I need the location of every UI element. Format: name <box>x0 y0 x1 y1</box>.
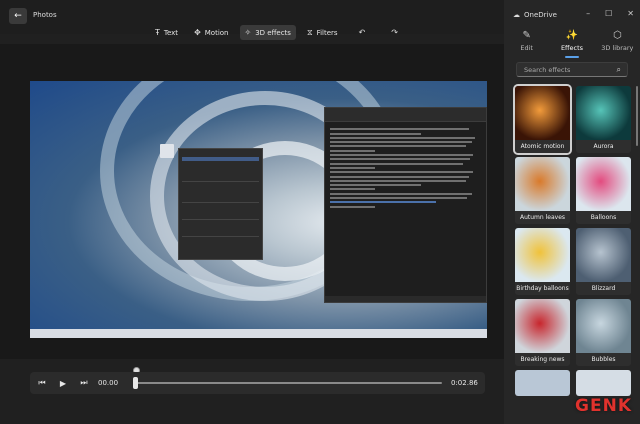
effect-thumbnail <box>576 228 631 282</box>
undo-button[interactable]: ↶ <box>349 25 376 40</box>
window-controls: – ☐ ✕ <box>586 9 634 18</box>
effect-label: Atomic motion <box>515 140 570 153</box>
pencil-icon: ✎ <box>522 30 531 41</box>
back-button[interactable]: ← <box>9 8 27 24</box>
effect-card[interactable] <box>515 370 570 396</box>
skip-back-button[interactable]: ⏮ <box>36 377 48 389</box>
end-time: 0:02.86 <box>451 379 478 387</box>
effect-card[interactable]: Birthday balloons <box>515 228 570 295</box>
effect-thumbnail <box>515 228 570 282</box>
tab-3d-library-label: 3D library <box>601 44 634 52</box>
close-icon[interactable]: ✕ <box>627 9 634 18</box>
text-tool-button[interactable]: Ŧ Text <box>150 25 183 40</box>
filters-icon: ⧖ <box>306 27 313 37</box>
side-panel: ☁ OneDrive – ☐ ✕ ✎ Edit ✨ Effects ⬡ 3D l… <box>504 0 640 424</box>
filters-tool-button[interactable]: ⧖ Filters <box>302 25 343 40</box>
search-icon: ⌕ <box>616 65 621 74</box>
search-placeholder: Search effects <box>524 65 571 74</box>
effect-card[interactable] <box>576 370 631 396</box>
effect-thumbnail <box>515 157 570 211</box>
motion-icon: ✥ <box>194 28 201 37</box>
effects-grid: Atomic motion Aurora Autumn leaves Balloons… <box>513 84 631 396</box>
effect-card[interactable]: Bubbles <box>576 299 631 366</box>
effect-card[interactable]: Breaking news <box>515 299 570 366</box>
seek-slider-thumb[interactable] <box>133 377 138 389</box>
desktop-file-icon <box>160 144 174 158</box>
title-bar: ← Photos Ŧ Text ✥ Motion ✧ 3D effects ⧖ … <box>0 0 504 40</box>
onedrive-label: OneDrive <box>524 11 557 19</box>
document-ribbon <box>325 108 486 122</box>
tab-effects-label: Effects <box>560 44 584 52</box>
cloud-icon: ☁ <box>513 11 520 19</box>
back-arrow-icon: ← <box>14 11 22 21</box>
effect-thumbnail <box>576 157 631 211</box>
3d-effects-tool-button[interactable]: ✧ 3D effects <box>239 25 296 40</box>
effect-label: Breaking news <box>515 353 570 366</box>
side-panel-title: ☁ OneDrive <box>513 11 557 19</box>
current-time: 00.00 <box>98 379 119 387</box>
effect-label: Balloons <box>576 211 631 224</box>
redo-button[interactable]: ↷ <box>381 25 408 40</box>
sparkle-wand-icon: ✨ <box>565 30 579 41</box>
context-menu-thumbnail <box>178 148 263 260</box>
filters-tool-label: Filters <box>316 28 338 37</box>
preview-canvas <box>0 44 504 359</box>
effect-label: Autumn leaves <box>515 211 570 224</box>
search-effects-input[interactable]: Search effects ⌕ <box>516 62 628 77</box>
3d-effects-tool-label: 3D effects <box>255 28 291 37</box>
tab-edit-label: Edit <box>520 44 533 52</box>
side-panel-tabs: ✎ Edit ✨ Effects ⬡ 3D library <box>504 28 640 62</box>
effect-card[interactable]: Aurora <box>576 86 631 153</box>
effects-scrollbar[interactable] <box>636 86 638 146</box>
effect-thumbnail <box>515 299 570 353</box>
effect-card[interactable]: Blizzard <box>576 228 631 295</box>
effect-label: Bubbles <box>576 353 631 366</box>
photos-app-window: ← Photos Ŧ Text ✥ Motion ✧ 3D effects ⧖ … <box>0 0 640 424</box>
preview-image <box>30 81 487 338</box>
motion-tool-button[interactable]: ✥ Motion <box>189 25 233 40</box>
play-button[interactable]: ▶ <box>57 377 69 389</box>
3d-effects-icon: ✧ <box>244 28 252 37</box>
effect-thumbnail <box>576 299 631 353</box>
effect-thumbnail <box>515 86 570 140</box>
minimize-icon[interactable]: – <box>586 9 590 18</box>
tab-effects[interactable]: ✨ Effects <box>549 28 594 62</box>
app-title: Photos <box>33 11 57 19</box>
skip-forward-icon: ⏭ <box>80 378 88 387</box>
tab-edit[interactable]: ✎ Edit <box>504 28 549 62</box>
effect-card[interactable]: Balloons <box>576 157 631 224</box>
cube-icon: ⬡ <box>612 30 622 41</box>
editor-toolbar: Ŧ Text ✥ Motion ✧ 3D effects ⧖ Filters ↶… <box>150 25 408 40</box>
skip-forward-button[interactable]: ⏭ <box>78 377 90 389</box>
effect-thumbnail <box>576 86 631 140</box>
document-window-thumbnail <box>324 107 487 303</box>
skip-back-icon: ⏮ <box>38 378 46 387</box>
effect-label: Aurora <box>576 140 631 153</box>
effect-card[interactable]: Atomic motion <box>513 84 572 155</box>
text-tool-label: Text <box>163 28 179 37</box>
redo-icon: ↷ <box>391 28 398 37</box>
effect-label: Blizzard <box>576 282 631 295</box>
play-icon: ▶ <box>59 378 67 388</box>
undo-icon: ↶ <box>358 28 366 37</box>
maximize-icon[interactable]: ☐ <box>605 9 612 18</box>
desktop-taskbar-thumbnail <box>30 329 487 338</box>
effect-card[interactable]: Autumn leaves <box>515 157 570 224</box>
tab-3d-library[interactable]: ⬡ 3D library <box>595 28 640 62</box>
document-status-bar <box>325 296 486 302</box>
playback-bar: ⏮ ▶ ⏭ 00.00 0:02.86 <box>30 372 485 394</box>
motion-tool-label: Motion <box>204 28 229 37</box>
document-body <box>325 122 486 214</box>
effect-label: Birthday balloons <box>515 282 570 295</box>
seek-slider[interactable] <box>133 377 442 389</box>
genk-watermark: GENK <box>575 396 632 416</box>
text-icon: Ŧ <box>155 28 160 37</box>
